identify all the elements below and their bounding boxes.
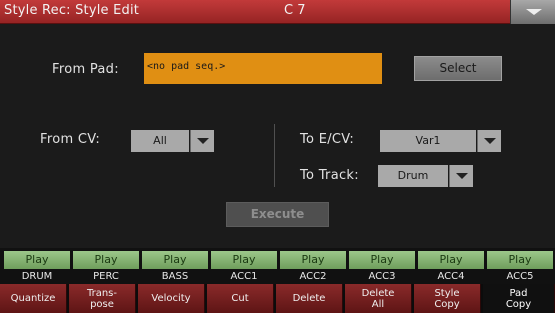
to-track-label: To Track: xyxy=(300,168,359,183)
tab-delete-all[interactable]: Delete All xyxy=(345,284,412,313)
chord-display: C 7 xyxy=(284,3,306,18)
to-ecv-dropdown-button[interactable] xyxy=(477,130,501,152)
page-title: Style Rec: Style Edit xyxy=(4,3,140,18)
select-button[interactable]: Select xyxy=(414,56,502,81)
track-name: ACC1 xyxy=(230,271,258,282)
tab-label: Delete xyxy=(292,293,326,304)
play-button[interactable]: Play xyxy=(349,251,415,269)
from-pad-label: From Pad: xyxy=(52,62,119,77)
chevron-down-icon xyxy=(484,138,496,144)
tab-label: Trans- xyxy=(86,288,118,299)
play-button[interactable]: Play xyxy=(142,251,208,269)
tab-style-copy[interactable]: Style Copy xyxy=(414,284,481,313)
track-acc5[interactable]: Play ACC5 xyxy=(487,248,553,284)
tab-label: Velocity xyxy=(151,293,191,304)
track-strip: Play DRUM Play PERC Play BASS Play ACC1 … xyxy=(0,248,555,284)
track-acc2[interactable]: Play ACC2 xyxy=(280,248,346,284)
tab-quantize[interactable]: Quantize xyxy=(0,284,67,313)
title-bar: Style Rec: Style Edit C 7 xyxy=(0,0,555,24)
from-cv-dropdown-button[interactable] xyxy=(190,130,214,152)
to-track-value: Drum xyxy=(378,165,448,187)
track-acc1[interactable]: Play ACC1 xyxy=(211,248,277,284)
track-name: ACC5 xyxy=(506,271,534,282)
from-cv-label: From CV: xyxy=(40,132,101,147)
tab-cut[interactable]: Cut xyxy=(207,284,274,313)
track-name: DRUM xyxy=(21,271,53,282)
play-button[interactable]: Play xyxy=(418,251,484,269)
track-drum[interactable]: Play DRUM xyxy=(4,248,70,284)
page-tabs: Quantize Trans- pose Velocity Cut Delete… xyxy=(0,284,555,313)
tab-label-line2: Copy xyxy=(434,299,460,310)
tab-label-line2: Copy xyxy=(505,299,532,310)
to-ecv-value: Var1 xyxy=(380,130,476,152)
tab-label: Cut xyxy=(231,293,249,304)
track-name: ACC2 xyxy=(299,271,327,282)
tab-delete[interactable]: Delete xyxy=(276,284,343,313)
track-acc4[interactable]: Play ACC4 xyxy=(418,248,484,284)
to-ecv-label: To E/CV: xyxy=(300,132,355,147)
track-name: ACC3 xyxy=(368,271,396,282)
track-name: PERC xyxy=(93,271,119,282)
play-button[interactable]: Play xyxy=(211,251,277,269)
tab-velocity[interactable]: Velocity xyxy=(138,284,205,313)
tab-label: Quantize xyxy=(10,293,56,304)
from-pad-field[interactable]: <no pad seq.> xyxy=(144,53,382,84)
track-acc3[interactable]: Play ACC3 xyxy=(349,248,415,284)
track-bass[interactable]: Play BASS xyxy=(142,248,208,284)
track-perc[interactable]: Play PERC xyxy=(73,248,139,284)
track-name: BASS xyxy=(161,271,189,282)
from-cv-select[interactable]: All xyxy=(131,130,215,152)
play-button[interactable]: Play xyxy=(487,251,553,269)
tab-label: Pad xyxy=(509,288,528,299)
chevron-down-icon xyxy=(456,173,468,179)
to-track-dropdown-button[interactable] xyxy=(449,165,473,187)
page-menu-button[interactable] xyxy=(510,0,555,24)
tab-pad-copy[interactable]: Pad Copy xyxy=(483,284,555,313)
play-button[interactable]: Play xyxy=(4,251,70,269)
to-ecv-select[interactable]: Var1 xyxy=(380,130,505,152)
tab-label-line2: pose xyxy=(90,299,114,310)
chevron-down-icon xyxy=(197,138,209,144)
execute-button[interactable]: Execute xyxy=(226,202,329,227)
track-name: ACC4 xyxy=(437,271,465,282)
play-button[interactable]: Play xyxy=(280,251,346,269)
play-button[interactable]: Play xyxy=(73,251,139,269)
divider xyxy=(274,124,275,187)
to-track-select[interactable]: Drum xyxy=(378,165,476,187)
tab-label-line2: All xyxy=(371,299,385,310)
tab-label: Delete xyxy=(361,288,395,299)
chevron-down-icon xyxy=(526,9,542,15)
tab-transpose[interactable]: Trans- pose xyxy=(69,284,136,313)
tab-label: Style xyxy=(434,288,460,299)
from-cv-value: All xyxy=(131,130,189,152)
